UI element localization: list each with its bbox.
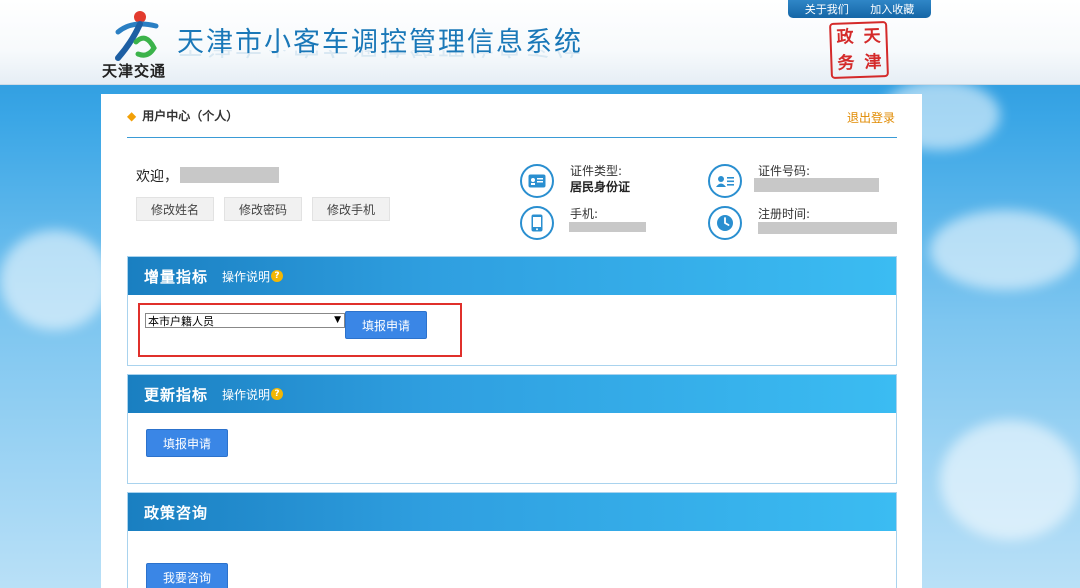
id-card-icon	[520, 164, 554, 198]
section-title: 增量指标	[144, 267, 209, 286]
section-body: 本市户籍人员 ▼ 填报申请	[128, 295, 896, 365]
seal-char: 津	[864, 51, 882, 73]
register-time-label: 注册时间:	[758, 207, 811, 221]
help-link-text: 操作说明	[222, 387, 271, 402]
question-icon: ?	[271, 388, 284, 400]
section-title: 更新指标	[144, 385, 209, 404]
phone-redacted	[569, 222, 646, 232]
about-us-link[interactable]: 关于我们	[805, 1, 849, 17]
add-favorite-link[interactable]: 加入收藏	[870, 1, 914, 17]
seal-char: 政	[836, 26, 854, 48]
section-body: 填报申请	[128, 413, 896, 483]
residency-type-select[interactable]: 本市户籍人员 ▼	[145, 313, 345, 328]
id-number-icon	[708, 164, 742, 198]
id-number-redacted	[754, 178, 879, 192]
breadcrumb-text: 用户中心（个人）	[142, 109, 239, 123]
section-body: 我要咨询	[128, 531, 896, 588]
edit-password-button[interactable]: 修改密码	[224, 197, 302, 221]
diamond-arrow-icon: ◆	[127, 108, 137, 123]
dropdown-arrow-icon: ▼	[334, 315, 341, 325]
cloud-decoration	[930, 210, 1080, 290]
section-header: 更新指标 操作说明 ?	[128, 375, 896, 413]
increment-quota-section: 增量指标 操作说明 ? 本市户籍人员 ▼ 填报申请	[127, 256, 897, 366]
section-header: 增量指标 操作说明 ?	[128, 257, 896, 295]
help-link[interactable]: 操作说明 ?	[222, 268, 284, 285]
section-title: 政策咨询	[144, 503, 209, 522]
phone-icon	[520, 206, 554, 240]
register-time-redacted	[758, 222, 897, 234]
top-links-bar: 关于我们 加入收藏	[788, 0, 931, 18]
user-name-redacted	[180, 167, 279, 183]
site-header: 天津交通 天津市小客车调控管理信息系统 天津市小客车调控管理信息系统 关于我们 …	[0, 0, 1080, 85]
submit-application-button[interactable]: 填报申请	[345, 311, 427, 339]
id-number-label: 证件号码:	[758, 164, 811, 178]
logo-text: 天津交通	[102, 62, 167, 80]
cloud-decoration	[940, 420, 1080, 540]
welcome-text: 欢迎，	[136, 169, 178, 185]
cloud-decoration	[0, 230, 110, 330]
edit-phone-button[interactable]: 修改手机	[312, 197, 390, 221]
renewal-quota-section: 更新指标 操作说明 ? 填报申请	[127, 374, 897, 484]
help-link[interactable]: 操作说明 ?	[222, 386, 284, 403]
id-type-label: 证件类型:	[570, 164, 623, 178]
renewal-submit-button[interactable]: 填报申请	[146, 429, 228, 457]
logout-link[interactable]: 退出登录	[847, 109, 895, 126]
help-link-text: 操作说明	[222, 269, 271, 284]
question-icon: ?	[271, 270, 284, 282]
section-header: 政策咨询	[128, 493, 896, 531]
main-panel: ◆ 用户中心（个人） 退出登录 欢迎， 修改姓名 修改密码 修改手机 证件类型:…	[101, 94, 922, 588]
policy-consult-section: 政策咨询 我要咨询	[127, 492, 897, 588]
consult-button[interactable]: 我要咨询	[146, 563, 228, 588]
seal-char: 务	[837, 52, 855, 74]
phone-label: 手机:	[570, 207, 599, 221]
seal-char: 天	[863, 25, 881, 47]
clock-icon	[708, 206, 742, 240]
site-title-reflection: 天津市小客车调控管理信息系统	[177, 50, 583, 66]
logo-icon	[115, 11, 159, 61]
breadcrumb: ◆ 用户中心（个人） 退出登录	[127, 94, 897, 138]
gov-seal-logo: 政 天 务 津	[829, 21, 889, 79]
select-value: 本市户籍人员	[148, 314, 214, 328]
edit-name-button[interactable]: 修改姓名	[136, 197, 214, 221]
id-type-value: 居民身份证	[570, 180, 631, 194]
